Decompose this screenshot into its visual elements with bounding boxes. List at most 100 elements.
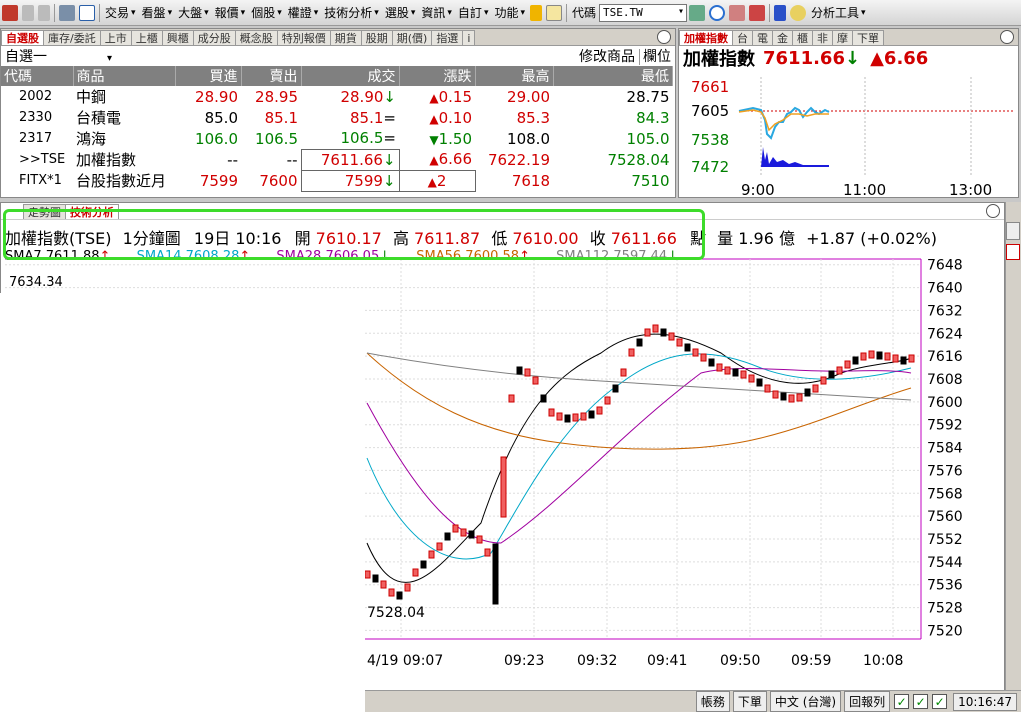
home-icon[interactable] — [2, 4, 18, 21]
tab-watchlist[interactable]: 自選股 — [1, 30, 44, 45]
menu-warrant[interactable]: 權證 — [285, 2, 322, 24]
menu-watch[interactable]: 看盤 — [139, 2, 176, 24]
watchlist-panel: 自選股 庫存/委託 上市 上櫃 興櫃 成分股 概念股 特別報價 期貨 股期 期(… — [0, 28, 676, 198]
side-tab-icon[interactable] — [1006, 222, 1020, 240]
x-tick-label: 10:08 — [863, 653, 903, 669]
tab-special[interactable]: 特別報價 — [276, 30, 331, 45]
col-change[interactable]: 漲跌 — [399, 66, 476, 86]
menu-quote[interactable]: 報價 — [212, 2, 249, 24]
tick-arrow-icon: ↓ — [382, 171, 396, 190]
check-icon[interactable]: ✓ — [932, 694, 948, 709]
menu-screener[interactable]: 選股 — [382, 2, 419, 24]
lightning-icon[interactable] — [530, 4, 543, 21]
y-label: 7661 — [691, 78, 729, 96]
candle — [500, 456, 507, 518]
forward-icon[interactable] — [38, 4, 50, 21]
check-icon[interactable]: ✓ — [913, 694, 929, 709]
pointer-icon[interactable] — [774, 4, 787, 21]
tab-index-options[interactable]: 指選 — [431, 30, 464, 45]
edit-items-button[interactable]: 修改商品 — [579, 49, 635, 65]
change-value: 2 — [436, 171, 447, 190]
tab-more[interactable]: i — [462, 30, 476, 45]
index-tabs: 加權指數 台 電 金 櫃 非 摩 下單 — [679, 29, 1018, 46]
tab-futures[interactable]: 期貨 — [329, 30, 362, 45]
tab-tw[interactable]: 台 — [732, 30, 753, 45]
candle — [884, 352, 891, 361]
tab-stock-futures[interactable]: 股期 — [360, 30, 393, 45]
analysis-icon[interactable] — [790, 4, 807, 21]
menu-info[interactable]: 資訊 — [418, 2, 455, 24]
print-icon[interactable] — [59, 4, 75, 21]
tab-inventory[interactable]: 庫存/委託 — [43, 30, 101, 45]
code-input[interactable]: TSE.TW — [599, 3, 688, 22]
tab-components[interactable]: 成分股 — [192, 30, 236, 45]
side-check-icon[interactable] — [1006, 244, 1020, 260]
tools-icon[interactable] — [729, 4, 746, 21]
export-icon[interactable] — [79, 4, 95, 21]
zoom-icon[interactable] — [1000, 30, 1014, 44]
tab-concept[interactable]: 概念股 — [234, 30, 278, 45]
candle — [876, 351, 883, 360]
cell-last: 85.1= — [301, 107, 399, 128]
change-value: 6.66 — [438, 150, 472, 169]
note-icon[interactable] — [546, 4, 563, 21]
menu-stock[interactable]: 個股 — [248, 2, 285, 24]
candle — [412, 568, 419, 577]
tab-non-fin[interactable]: 非 — [812, 30, 833, 45]
tab-finance[interactable]: 金 — [772, 30, 793, 45]
tab-otc[interactable]: 上櫃 — [130, 30, 163, 45]
side-scrollbar[interactable] — [1005, 202, 1021, 690]
candle — [476, 535, 483, 544]
tab-listed[interactable]: 上市 — [99, 30, 132, 45]
table-row[interactable]: 2317 鴻海 106.0 106.5 106.5= ▼1.50 108.0 105.0 — [1, 128, 673, 149]
tab-futures-price[interactable]: 期(價) — [391, 30, 433, 45]
menu-technical[interactable]: 技術分析 — [321, 2, 382, 24]
cell-last: 106.5= — [301, 128, 399, 149]
cell-last: 7611.66↓ — [300, 148, 400, 171]
col-low[interactable]: 最低 — [553, 66, 673, 86]
analysis-tools-menu[interactable]: 分析工具 — [808, 2, 869, 24]
columns-button[interactable]: 欄位 — [639, 49, 671, 65]
table-row[interactable]: FITX*1 台股指數近月 7599 7600 7599↓ ▲2 7618 7510 — [1, 169, 673, 192]
col-last[interactable]: 成交 — [301, 66, 400, 86]
cell-high: 108.0 — [507, 129, 550, 148]
menu-custom[interactable]: 自訂 — [455, 2, 492, 24]
cell-name: 台積電 — [76, 109, 122, 127]
col-bid[interactable]: 買進 — [175, 66, 242, 86]
tab-otc-index[interactable]: 櫃 — [792, 30, 813, 45]
check-icon[interactable]: ✓ — [894, 694, 910, 709]
tick-arrow-icon: = — [383, 108, 396, 127]
cell-name: 台股指數近月 — [76, 172, 167, 190]
stamp-icon[interactable] — [749, 4, 766, 21]
col-high[interactable]: 最高 — [475, 66, 554, 86]
tab-order[interactable]: 下單 — [852, 30, 884, 45]
tab-taiex[interactable]: 加權指數 — [679, 30, 733, 45]
candle — [764, 384, 771, 393]
col-ask[interactable]: 賣出 — [241, 66, 302, 86]
watchlist-selector[interactable]: 自選一 ▾ — [5, 46, 112, 66]
table-row[interactable]: 2330 台積電 85.0 85.1 85.1= ▲0.10 85.3 84.3 — [1, 107, 673, 128]
order-button[interactable]: 下單 — [732, 691, 767, 712]
account-button[interactable]: 帳務 — [695, 691, 730, 712]
search-icon[interactable] — [709, 4, 726, 21]
col-name[interactable]: 商品 — [73, 66, 176, 86]
tab-emerging[interactable]: 興櫃 — [161, 30, 194, 45]
table-row[interactable]: 2002 中鋼 28.90 28.95 28.90↓ ▲0.15 29.00 28.75 — [1, 86, 673, 107]
binoculars-icon[interactable] — [689, 4, 706, 21]
candle — [716, 363, 723, 372]
candle — [892, 354, 899, 363]
table-row[interactable]: >>TSE 加權指數 -- -- 7611.66↓ ▲6.66 7622.19 7528.04 — [1, 148, 673, 171]
cell-ask: 85.1 — [264, 108, 298, 127]
col-code[interactable]: 代碼 — [1, 66, 74, 86]
candle — [628, 348, 635, 357]
zoom-icon[interactable] — [657, 30, 671, 44]
input-method-indicator[interactable]: 中文 (台灣) — [769, 691, 842, 712]
tab-electronics[interactable]: 電 — [752, 30, 773, 45]
menu-market[interactable]: 大盤 — [175, 2, 212, 24]
menu-trade[interactable]: 交易 — [102, 2, 139, 24]
report-bar-button[interactable]: 回報列 — [844, 691, 891, 712]
menu-function[interactable]: 功能 — [491, 2, 528, 24]
candle — [588, 410, 595, 419]
tab-msci[interactable]: 摩 — [832, 30, 853, 45]
back-icon[interactable] — [22, 4, 34, 21]
